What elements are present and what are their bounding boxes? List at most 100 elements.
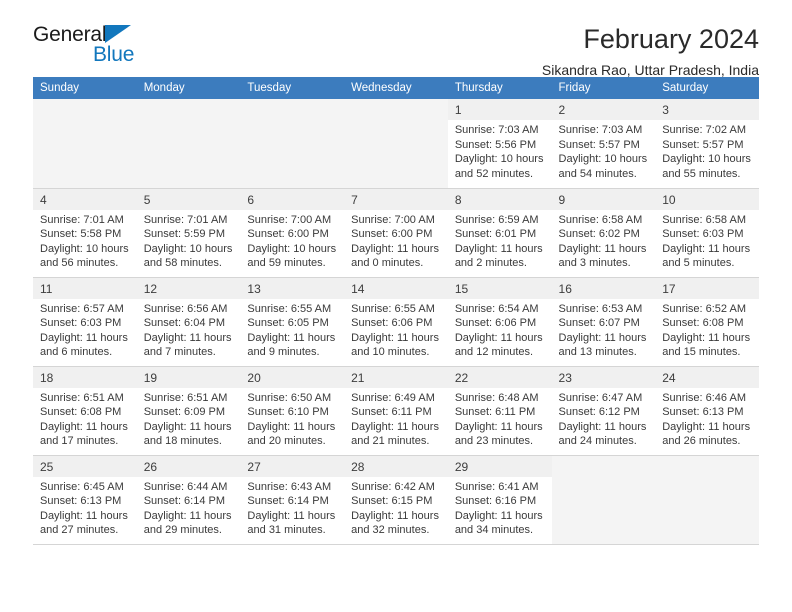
daylight-text-line2: and 34 minutes. [454, 524, 534, 537]
day-number: 23 [551, 366, 656, 388]
calendar-day-cell[interactable]: 5 Sunrise: 7:01 AM Sunset: 5:59 PM Daylight… [136, 188, 241, 278]
sunset-text: Sunset: 6:06 PM [454, 317, 537, 330]
daylight-text-line2: and 12 minutes. [454, 346, 534, 359]
calendar-day-cell[interactable]: 18 Sunrise: 6:51 AM Sunset: 6:08 PM Dayligh… [33, 366, 137, 456]
sunrise-text: Sunrise: 6:55 AM [247, 302, 332, 315]
sunrise-text: Sunrise: 6:50 AM [247, 391, 332, 404]
calendar-empty-cell [136, 99, 241, 189]
sunrise-text: Sunrise: 6:53 AM [558, 302, 643, 315]
calendar-day-cell[interactable]: 25 Sunrise: 6:45 AM Sunset: 6:13 PM Dayligh… [33, 455, 137, 545]
day-sun-info: Sunrise: 6:58 AM Sunset: 6:02 PM Daylight:… [559, 210, 650, 271]
calendar-day-cell[interactable]: 6 Sunrise: 7:00 AM Sunset: 6:00 PM Daylight… [240, 188, 345, 278]
calendar-day-cell[interactable]: 29 Sunrise: 6:41 AM Sunset: 6:16 PM Dayligh… [447, 455, 552, 545]
calendar-day-cell[interactable]: 8 Sunrise: 6:59 AM Sunset: 6:01 PM Daylight… [447, 188, 552, 278]
day-number: 25 [33, 455, 137, 477]
calendar-day-cell[interactable]: 27 Sunrise: 6:43 AM Sunset: 6:14 PM Dayligh… [240, 455, 345, 545]
calendar-day-cell[interactable]: 1 Sunrise: 7:03 AM Sunset: 5:56 PM Daylight… [447, 99, 552, 189]
calendar-day-cell[interactable]: 4 Sunrise: 7:01 AM Sunset: 5:58 PM Daylight… [33, 188, 137, 278]
weekday-header-saturday: Saturday [655, 77, 759, 99]
day-cell-content [344, 99, 448, 118]
calendar-day-cell[interactable]: 24 Sunrise: 6:46 AM Sunset: 6:13 PM Dayligh… [655, 366, 759, 456]
calendar-day-cell[interactable]: 16 Sunrise: 6:53 AM Sunset: 6:07 PM Dayligh… [551, 277, 656, 367]
calendar-empty-cell [655, 455, 759, 545]
day-number: 5 [136, 188, 241, 210]
sunrise-text: Sunrise: 6:58 AM [662, 213, 746, 226]
calendar-day-cell[interactable]: 14 Sunrise: 6:55 AM Sunset: 6:06 PM Dayligh… [344, 277, 448, 367]
calendar-day-cell[interactable]: 23 Sunrise: 6:47 AM Sunset: 6:12 PM Dayligh… [551, 366, 656, 456]
daylight-text-line1: Daylight: 11 hours [662, 242, 751, 255]
sunset-text: Sunset: 6:01 PM [454, 228, 537, 241]
day-number [559, 459, 650, 475]
daylight-text-line1: Daylight: 11 hours [558, 242, 647, 255]
daylight-text-line1: Daylight: 11 hours [454, 242, 543, 255]
sunset-text: Sunset: 6:07 PM [558, 317, 640, 330]
daylight-text-line2: and 59 minutes. [247, 257, 326, 270]
day-cell-content: 16 Sunrise: 6:53 AM Sunset: 6:07 PM Dayligh… [551, 277, 656, 360]
day-cell-content: 4 Sunrise: 7:01 AM Sunset: 5:58 PM Daylight… [33, 188, 137, 271]
calendar-empty-cell [240, 99, 345, 189]
day-cell-content: 12 Sunrise: 6:56 AM Sunset: 6:04 PM Dayligh… [136, 277, 241, 360]
daylight-text-line1: Daylight: 11 hours [143, 331, 232, 344]
calendar-day-cell[interactable]: 13 Sunrise: 6:55 AM Sunset: 6:05 PM Dayligh… [240, 277, 345, 367]
sunrise-text: Sunrise: 6:51 AM [143, 391, 228, 404]
day-number: 7 [344, 188, 448, 210]
calendar-day-cell[interactable]: 2 Sunrise: 7:03 AM Sunset: 5:57 PM Daylight… [551, 99, 656, 189]
sunset-text: Sunset: 6:06 PM [351, 317, 433, 330]
weekday-header-friday: Friday [551, 77, 656, 99]
day-sun-info: Sunrise: 7:03 AM Sunset: 5:57 PM Daylight:… [559, 120, 650, 181]
day-number: 19 [136, 366, 241, 388]
daylight-text-line2: and 7 minutes. [143, 346, 216, 359]
calendar-day-cell[interactable]: 20 Sunrise: 6:50 AM Sunset: 6:10 PM Dayligh… [240, 366, 345, 456]
daylight-text-line2: and 23 minutes. [454, 435, 534, 448]
calendar-day-cell[interactable]: 17 Sunrise: 6:52 AM Sunset: 6:08 PM Dayligh… [655, 277, 759, 367]
generalblue-logo[interactable]: General Blue [33, 22, 193, 74]
sunset-text: Sunset: 6:14 PM [143, 495, 226, 508]
sunset-text: Sunset: 6:02 PM [558, 228, 640, 241]
calendar-day-cell[interactable]: 7 Sunrise: 7:00 AM Sunset: 6:00 PM Daylight… [344, 188, 448, 278]
weekday-header-tuesday: Tuesday [240, 77, 345, 99]
daylight-text-line1: Daylight: 10 hours [143, 242, 233, 255]
day-cell-content: 13 Sunrise: 6:55 AM Sunset: 6:05 PM Dayligh… [240, 277, 345, 360]
calendar-day-cell[interactable]: 9 Sunrise: 6:58 AM Sunset: 6:02 PM Daylight… [551, 188, 656, 278]
day-number: 18 [33, 366, 137, 388]
calendar-day-cell[interactable]: 11 Sunrise: 6:57 AM Sunset: 6:03 PM Dayligh… [33, 277, 137, 367]
daylight-text-line2: and 58 minutes. [143, 257, 222, 270]
daylight-text-line2: and 31 minutes. [247, 524, 326, 537]
calendar-day-cell[interactable]: 22 Sunrise: 6:48 AM Sunset: 6:11 PM Dayligh… [447, 366, 552, 456]
daylight-text-line1: Daylight: 11 hours [454, 331, 543, 344]
calendar-day-cell[interactable]: 26 Sunrise: 6:44 AM Sunset: 6:14 PM Dayligh… [136, 455, 241, 545]
weekday-header-sunday: Sunday [33, 77, 137, 99]
calendar-day-cell[interactable]: 28 Sunrise: 6:42 AM Sunset: 6:15 PM Dayligh… [344, 455, 448, 545]
day-cell-content: 5 Sunrise: 7:01 AM Sunset: 5:59 PM Daylight… [136, 188, 241, 271]
daylight-text-line1: Daylight: 11 hours [143, 509, 232, 522]
daylight-text-line1: Daylight: 11 hours [558, 420, 647, 433]
sunset-text: Sunset: 6:00 PM [351, 228, 433, 241]
calendar-day-cell[interactable]: 15 Sunrise: 6:54 AM Sunset: 6:06 PM Dayligh… [447, 277, 552, 367]
day-sun-info: Sunrise: 6:43 AM Sunset: 6:14 PM Daylight:… [247, 477, 338, 538]
sunrise-text: Sunrise: 6:41 AM [454, 480, 539, 493]
sunset-text: Sunset: 5:59 PM [143, 228, 226, 241]
day-sun-info: Sunrise: 6:44 AM Sunset: 6:14 PM Daylight:… [144, 477, 235, 538]
day-cell-content [33, 99, 137, 118]
page-title: February 2024 [583, 24, 759, 54]
day-cell-content: 2 Sunrise: 7:03 AM Sunset: 5:57 PM Daylight… [551, 99, 656, 181]
calendar-day-cell[interactable]: 19 Sunrise: 6:51 AM Sunset: 6:09 PM Dayligh… [136, 366, 241, 456]
day-number: 21 [344, 366, 448, 388]
sunrise-text: Sunrise: 6:59 AM [454, 213, 539, 226]
sunrise-text: Sunrise: 6:58 AM [558, 213, 643, 226]
calendar-day-cell[interactable]: 21 Sunrise: 6:49 AM Sunset: 6:11 PM Dayligh… [344, 366, 448, 456]
calendar-day-cell[interactable]: 3 Sunrise: 7:02 AM Sunset: 5:57 PM Daylight… [655, 99, 759, 189]
day-number: 9 [551, 188, 656, 210]
calendar-week-row: 1 Sunrise: 7:03 AM Sunset: 5:56 PM Daylight… [33, 99, 759, 189]
daylight-text-line2: and 55 minutes. [662, 167, 741, 180]
calendar-day-cell[interactable]: 10 Sunrise: 6:58 AM Sunset: 6:03 PM Dayligh… [655, 188, 759, 278]
day-cell-content: 20 Sunrise: 6:50 AM Sunset: 6:10 PM Dayligh… [240, 366, 345, 449]
day-number: 15 [447, 277, 552, 299]
day-cell-content: 8 Sunrise: 6:59 AM Sunset: 6:01 PM Daylight… [447, 188, 552, 271]
day-sun-info: Sunrise: 7:00 AM Sunset: 6:00 PM Daylight:… [247, 210, 338, 271]
calendar-day-cell[interactable]: 12 Sunrise: 6:56 AM Sunset: 6:04 PM Dayligh… [136, 277, 241, 367]
calendar-page: General Blue February 2024 Sikandra Rao,… [0, 0, 792, 612]
day-cell-content: 1 Sunrise: 7:03 AM Sunset: 5:56 PM Daylight… [447, 99, 552, 181]
day-cell-content: 29 Sunrise: 6:41 AM Sunset: 6:16 PM Dayligh… [447, 455, 552, 538]
day-sun-info: Sunrise: 6:55 AM Sunset: 6:06 PM Daylight:… [351, 299, 442, 360]
